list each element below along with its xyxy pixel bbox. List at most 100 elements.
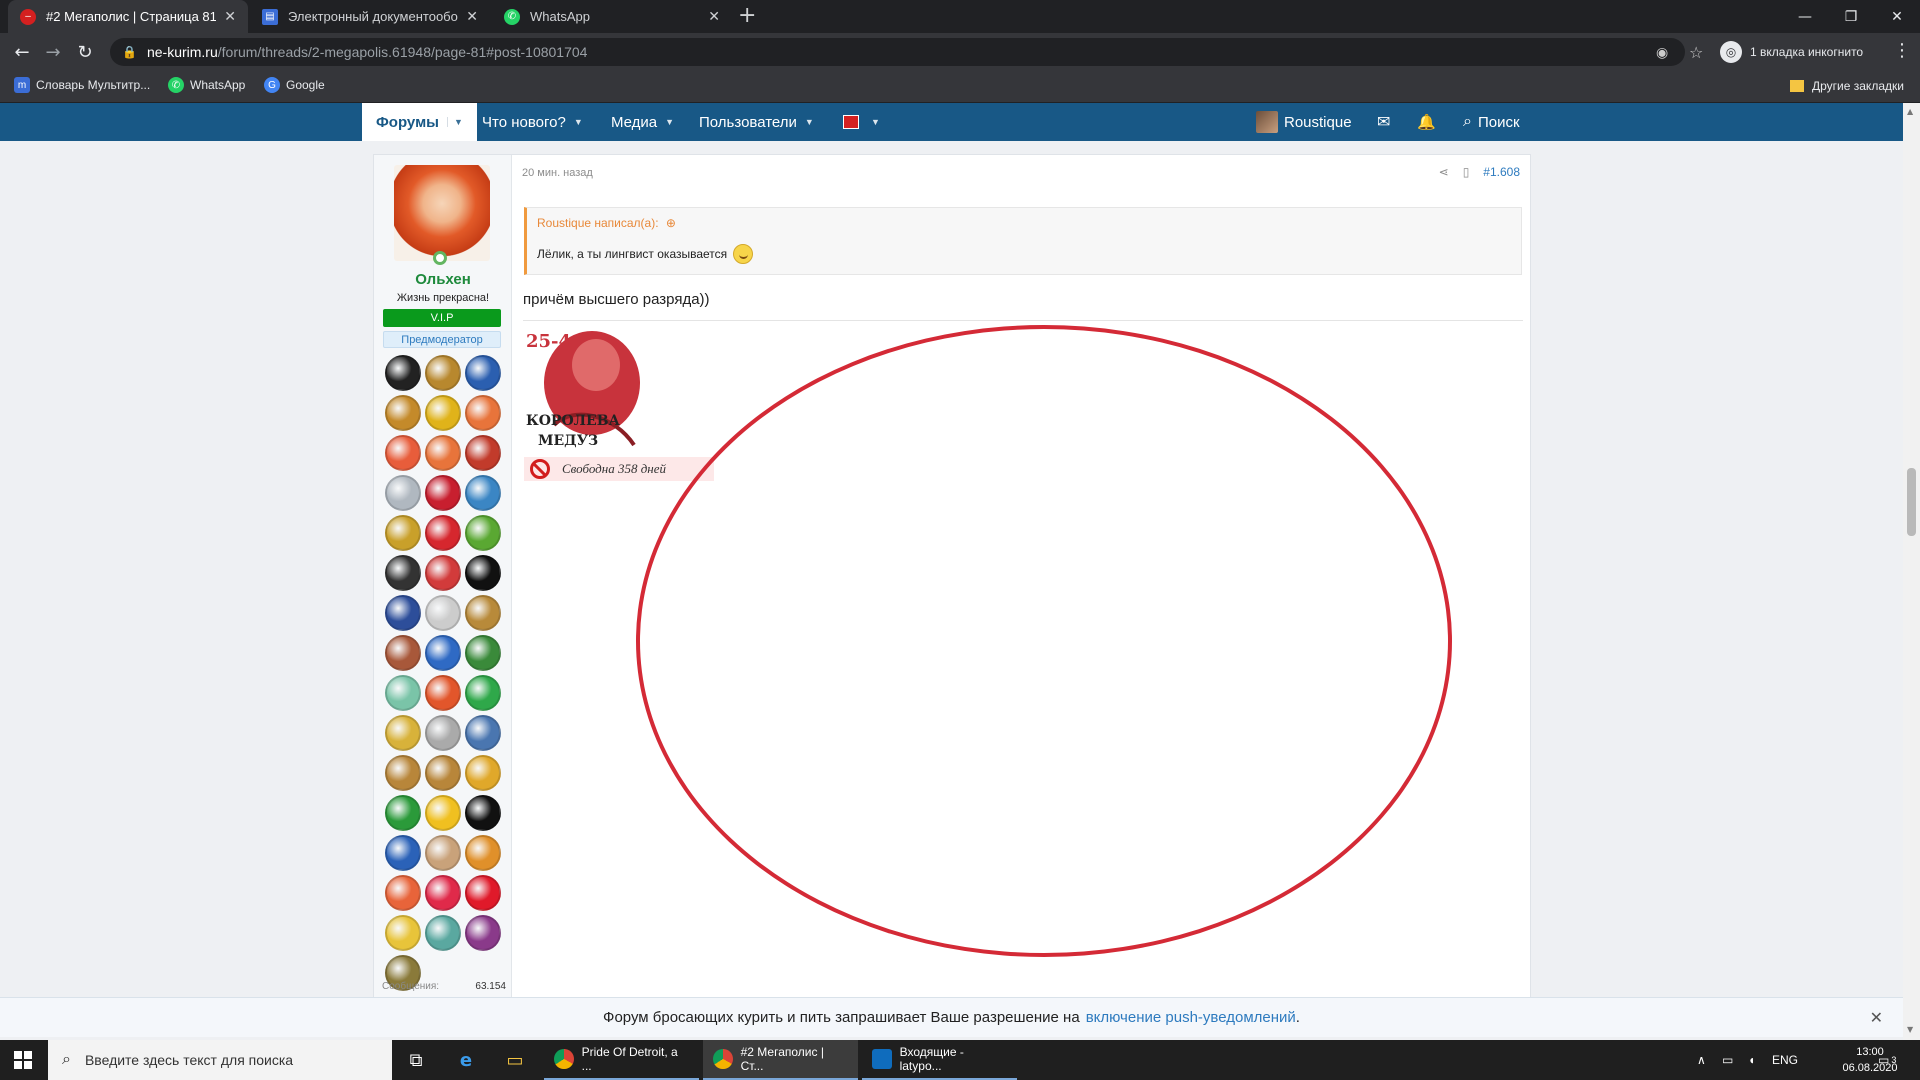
award-medal-icon[interactable] [465, 595, 501, 631]
address-bar[interactable]: 🔒 ne-kurim.ru/forum/threads/2-megapolis.… [110, 38, 1685, 66]
bookmark-star-icon[interactable]: ☆ [1689, 43, 1703, 62]
close-icon[interactable]: ✕ [224, 8, 236, 25]
taskbar-search[interactable]: ⌕ Введите здесь текст для поиска [48, 1040, 392, 1080]
award-medal-icon[interactable] [425, 835, 461, 871]
award-medal-icon[interactable] [385, 355, 421, 391]
scroll-thumb[interactable] [1907, 468, 1916, 536]
chevron-down-icon[interactable]: ▼ [574, 117, 583, 127]
award-medal-icon[interactable] [465, 795, 501, 831]
close-icon[interactable]: ✕ [1870, 1008, 1883, 1028]
award-medal-icon[interactable] [425, 715, 461, 751]
award-medal-icon[interactable] [425, 395, 461, 431]
network-icon[interactable]: ▭ [1722, 1040, 1733, 1080]
tracking-blocked-eye-icon[interactable]: ◉ [1656, 45, 1668, 61]
author-name[interactable]: Ольхен [374, 271, 512, 288]
task-view-icon[interactable]: ⧉ [392, 1040, 440, 1080]
award-medal-icon[interactable] [465, 835, 501, 871]
quote-author[interactable]: Roustique написал(а): ⊕ [537, 216, 676, 230]
award-medal-icon[interactable] [425, 915, 461, 951]
browser-tab-whatsapp[interactable]: ✆ WhatsApp ✕ [492, 0, 732, 33]
notifications-icon[interactable]: ▭ 3 [1878, 1040, 1896, 1080]
taskbar-app-outlook[interactable]: Входящие - latypo... [862, 1040, 1017, 1080]
close-icon[interactable]: ✕ [466, 8, 478, 25]
award-medal-icon[interactable] [425, 795, 461, 831]
award-medal-icon[interactable] [465, 515, 501, 551]
chevron-down-icon[interactable]: ▼ [446, 117, 463, 127]
restore-icon[interactable]: ❐ [1828, 0, 1874, 33]
forward-arrow-icon[interactable]: → [41, 40, 65, 64]
push-enable-link[interactable]: включение push-уведомлений [1086, 1009, 1296, 1026]
award-medal-icon[interactable] [385, 835, 421, 871]
award-medal-icon[interactable] [465, 715, 501, 751]
back-arrow-icon[interactable]: ← [10, 40, 34, 64]
bookmark-google[interactable]: G Google [264, 77, 325, 93]
post-number[interactable]: #1.608 [1483, 165, 1520, 179]
award-medal-icon[interactable] [465, 395, 501, 431]
input-language[interactable]: ENG [1772, 1040, 1798, 1080]
bell-icon[interactable]: 🔔 [1417, 103, 1436, 141]
award-medal-icon[interactable] [425, 675, 461, 711]
award-medal-icon[interactable] [385, 555, 421, 591]
award-medal-icon[interactable] [465, 355, 501, 391]
nav-search[interactable]: ⌕ Поиск [1463, 103, 1520, 141]
award-medal-icon[interactable] [385, 795, 421, 831]
nav-flag-menu[interactable]: ▼ [843, 103, 880, 141]
close-icon[interactable]: ✕ [708, 8, 720, 25]
arrow-up-circle-icon[interactable]: ⊕ [666, 216, 676, 230]
award-medal-icon[interactable] [385, 635, 421, 671]
award-medal-icon[interactable] [465, 675, 501, 711]
chevron-down-icon[interactable]: ▼ [665, 117, 674, 127]
award-medal-icon[interactable] [385, 435, 421, 471]
windows-start-icon[interactable] [14, 1051, 32, 1069]
award-medal-icon[interactable] [465, 875, 501, 911]
award-medal-icon[interactable] [465, 555, 501, 591]
edge-icon[interactable]: e [442, 1040, 490, 1080]
award-medal-icon[interactable] [425, 635, 461, 671]
award-medal-icon[interactable] [425, 435, 461, 471]
author-avatar[interactable] [394, 165, 490, 261]
award-medal-icon[interactable] [425, 595, 461, 631]
award-medal-icon[interactable] [425, 475, 461, 511]
nav-media[interactable]: Медиа ▼ [611, 103, 674, 141]
taskbar-app-chrome-1[interactable]: Pride Of Detroit, a ... [544, 1040, 699, 1080]
chevron-down-icon[interactable]: ▼ [805, 117, 814, 127]
scroll-down-arrow-icon[interactable]: ▼ [1907, 1025, 1913, 1034]
file-explorer-icon[interactable]: ▭ [491, 1040, 539, 1080]
nav-user-account[interactable]: Roustique [1256, 103, 1352, 141]
scroll-up-arrow-icon[interactable]: ▲ [1907, 107, 1913, 116]
volume-icon[interactable]: ◖ [1748, 1040, 1755, 1080]
award-medal-icon[interactable] [385, 515, 421, 551]
new-tab-plus-icon[interactable]: + [738, 5, 756, 27]
share-icon[interactable]: ⋖ [1439, 165, 1449, 179]
award-medal-icon[interactable] [385, 915, 421, 951]
award-medal-icon[interactable] [385, 875, 421, 911]
award-medal-icon[interactable] [425, 355, 461, 391]
award-medal-icon[interactable] [465, 475, 501, 511]
award-medal-icon[interactable] [465, 915, 501, 951]
award-medal-icon[interactable] [385, 715, 421, 751]
nav-whats-new[interactable]: Что нового? ▼ [482, 103, 583, 141]
browser-tab-edo[interactable]: ▤ Электронный документооборо ✕ [250, 0, 490, 33]
browser-tab-megapolis[interactable]: – #2 Мегаполис | Страница 81 | Ф ✕ [8, 0, 248, 33]
award-medal-icon[interactable] [425, 515, 461, 551]
award-medal-icon[interactable] [385, 675, 421, 711]
award-medal-icon[interactable] [425, 755, 461, 791]
chevron-down-icon[interactable]: ▼ [871, 117, 880, 127]
award-medal-icon[interactable] [425, 875, 461, 911]
award-medal-icon[interactable] [385, 395, 421, 431]
award-medal-icon[interactable] [425, 555, 461, 591]
taskbar-app-chrome-2[interactable]: #2 Мегаполис | Ст... [703, 1040, 858, 1080]
award-medal-icon[interactable] [385, 755, 421, 791]
envelope-icon[interactable]: ✉ [1377, 103, 1390, 141]
page-scrollbar[interactable]: ▲ ▼ [1903, 103, 1920, 1040]
award-medal-icon[interactable] [385, 475, 421, 511]
award-medal-icon[interactable] [465, 755, 501, 791]
other-bookmarks[interactable]: Другие закладки [1790, 79, 1904, 93]
nav-forums[interactable]: Форумы ▼ [362, 103, 477, 141]
chrome-menu-icon[interactable]: ⋮ [1893, 40, 1911, 61]
reload-icon[interactable]: ↻ [73, 40, 97, 64]
post-time[interactable]: 20 мин. назад [522, 167, 593, 179]
minimize-icon[interactable]: — [1782, 0, 1828, 33]
tray-chevron-up-icon[interactable]: ∧ [1697, 1040, 1706, 1080]
award-medal-icon[interactable] [385, 595, 421, 631]
